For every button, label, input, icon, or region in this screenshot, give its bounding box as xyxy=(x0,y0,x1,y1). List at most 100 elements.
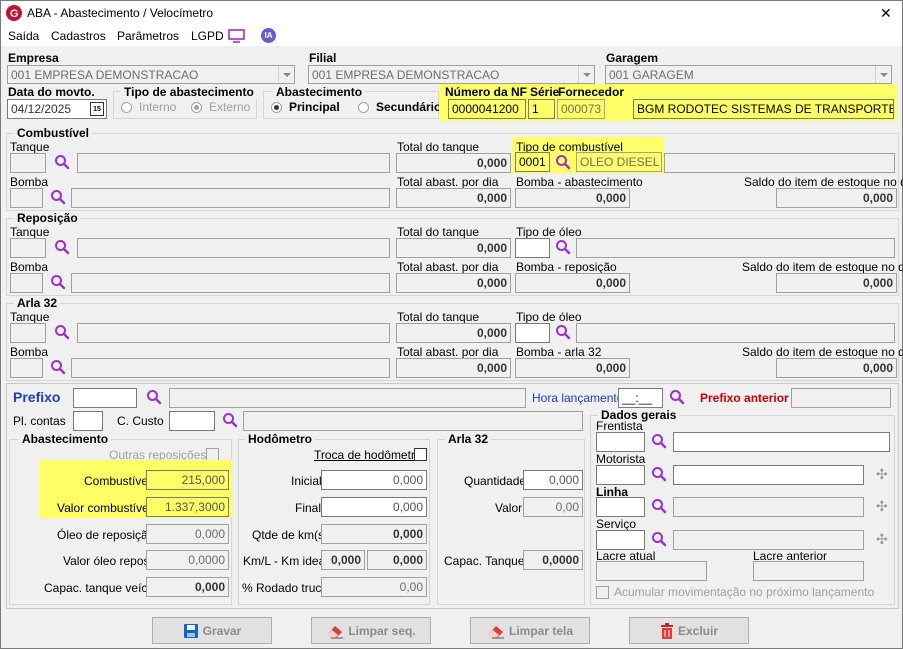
filial-value: 001 EMPRESA DEMONSTRACAO xyxy=(312,68,500,82)
prefixo-anterior-label: Prefixo anterior xyxy=(700,391,789,405)
motorista-input[interactable] xyxy=(596,465,645,485)
search-icon[interactable] xyxy=(53,238,71,256)
search-icon[interactable] xyxy=(49,273,67,291)
arla-bomba-input[interactable] xyxy=(10,358,43,378)
reposicao-total-tanque-label: Total do tanque xyxy=(397,225,480,239)
troca-hodometro-checkbox[interactable] xyxy=(414,448,427,461)
ia-icon[interactable]: IA xyxy=(261,28,276,43)
search-icon[interactable] xyxy=(650,432,668,450)
arla-bomba-desc xyxy=(71,358,390,378)
empresa-select[interactable]: 001 EMPRESA DEMONSTRACAO xyxy=(7,65,295,84)
menu-parametros[interactable]: Parâmetros xyxy=(117,29,179,43)
search-icon[interactable] xyxy=(53,153,71,171)
servico-input[interactable] xyxy=(596,530,645,550)
chevron-down-icon[interactable] xyxy=(578,66,594,83)
bomba-abastecimento-label: Bomba - abastecimento xyxy=(516,175,643,189)
prefixo-anterior-value xyxy=(791,388,891,408)
interno-radio[interactable] xyxy=(121,102,132,113)
c-custo-input[interactable] xyxy=(169,411,215,431)
combustivel-tanque-input[interactable] xyxy=(10,153,46,173)
secundario-radio[interactable] xyxy=(358,102,369,113)
combustivel-tanque-desc xyxy=(77,153,390,173)
combustivel-bomba-input[interactable] xyxy=(10,188,43,208)
combustivel-tanque-label: Tanque xyxy=(10,140,50,154)
add-servico-icon[interactable]: ✣ xyxy=(876,531,888,548)
c-custo-label: C. Custo xyxy=(117,414,164,428)
combustivel-total-tanque-value: 0,000 xyxy=(396,153,511,173)
title-bar: G ABA - Abastecimento / Velocímetro ✕ xyxy=(1,1,902,26)
search-icon[interactable] xyxy=(221,411,239,429)
pl-contas-input[interactable] xyxy=(73,411,103,431)
calendar-icon[interactable]: 15 xyxy=(90,102,104,116)
search-icon[interactable] xyxy=(650,465,668,483)
search-icon[interactable] xyxy=(650,530,668,548)
servico-label: Serviço xyxy=(596,517,637,531)
menu-bar: Saída Cadastros Parâmetros LGPD IA xyxy=(1,26,902,46)
reposicao-tipo-oleo-input[interactable] xyxy=(515,238,550,258)
search-icon[interactable] xyxy=(53,323,71,341)
nf-input[interactable]: 0000041200 xyxy=(448,99,526,119)
monitor-icon[interactable] xyxy=(228,29,245,43)
reposicao-tanque-label: Tanque xyxy=(10,225,50,239)
frentista-desc xyxy=(673,432,890,452)
arla-tipo-oleo-input[interactable] xyxy=(515,323,550,343)
hora-input[interactable]: __:__ xyxy=(618,388,663,408)
tipo-combustivel-code[interactable]: 0001 xyxy=(515,152,550,172)
linha-desc xyxy=(673,497,864,517)
serie-label: Série xyxy=(530,85,560,99)
menu-saida[interactable]: Saída xyxy=(8,29,39,43)
excluir-button[interactable]: Excluir xyxy=(629,617,749,644)
valor-oleo-value: 0,0000 xyxy=(146,550,229,570)
arla-quantidade-input[interactable]: 0,000 xyxy=(523,470,583,490)
acumular-checkbox[interactable] xyxy=(596,586,609,599)
close-icon[interactable]: ✕ xyxy=(880,5,892,22)
frentista-input[interactable] xyxy=(596,432,645,452)
valor-combustivel-input[interactable]: 1.337,3000 xyxy=(146,497,229,517)
arla-tanque-input[interactable] xyxy=(10,323,46,343)
chevron-down-icon[interactable] xyxy=(278,66,294,83)
search-icon[interactable] xyxy=(554,323,572,341)
menu-cadastros[interactable]: Cadastros xyxy=(51,29,106,43)
final-label: Final xyxy=(295,501,322,515)
final-input[interactable]: 0,000 xyxy=(321,497,427,517)
gravar-label: Gravar xyxy=(202,623,242,638)
motorista-desc xyxy=(673,465,864,485)
c-custo-desc xyxy=(243,411,583,431)
serie-input[interactable]: 1 xyxy=(528,99,555,119)
filial-select[interactable]: 001 EMPRESA DEMONSTRACAO xyxy=(308,65,595,84)
principal-radio[interactable] xyxy=(271,102,282,113)
menu-lgpd[interactable]: LGPD xyxy=(191,29,224,43)
add-motorista-icon[interactable]: ✣ xyxy=(876,466,888,483)
km-ideal-value: 0,000 xyxy=(367,550,427,570)
reposicao-tanque-input[interactable] xyxy=(10,238,46,258)
search-icon[interactable] xyxy=(668,388,686,406)
arla-valor-value: 0,00 xyxy=(523,497,583,517)
eraser-icon xyxy=(328,625,344,638)
search-icon[interactable] xyxy=(554,153,572,171)
add-linha-icon[interactable]: ✣ xyxy=(876,498,888,515)
arla-box-title: Arla 32 xyxy=(445,432,492,446)
garagem-select[interactable]: 001 GARAGEM xyxy=(605,65,892,84)
combustivel-total-abast-label: Total abast. por dia xyxy=(397,175,499,189)
chevron-down-icon[interactable] xyxy=(875,66,891,83)
excluir-label: Excluir xyxy=(677,623,719,638)
filial-label: Filial xyxy=(309,51,337,65)
externo-radio[interactable] xyxy=(191,102,202,113)
search-icon[interactable] xyxy=(49,358,67,376)
rodado-truck-value: 0,00 xyxy=(321,577,427,597)
inicial-input[interactable]: 0,000 xyxy=(321,470,427,490)
data-label: Data do movto. xyxy=(8,85,95,99)
gravar-button[interactable]: Gravar xyxy=(152,617,272,644)
limpar-seq-button[interactable]: Limpar seq. xyxy=(311,617,431,644)
linha-input[interactable] xyxy=(596,497,645,517)
combustivel-title: Combustível xyxy=(14,126,93,140)
prefixo-input[interactable] xyxy=(73,388,137,408)
search-icon[interactable] xyxy=(145,388,163,406)
reposicao-bomba-input[interactable] xyxy=(10,273,43,293)
search-icon[interactable] xyxy=(49,188,67,206)
search-icon[interactable] xyxy=(650,497,668,515)
limpar-tela-button[interactable]: Limpar tela xyxy=(470,617,590,644)
fornecedor-label: Fornecedor xyxy=(558,85,625,99)
search-icon[interactable] xyxy=(554,238,572,256)
abast-combustivel-input[interactable]: 215,000 xyxy=(146,470,229,490)
